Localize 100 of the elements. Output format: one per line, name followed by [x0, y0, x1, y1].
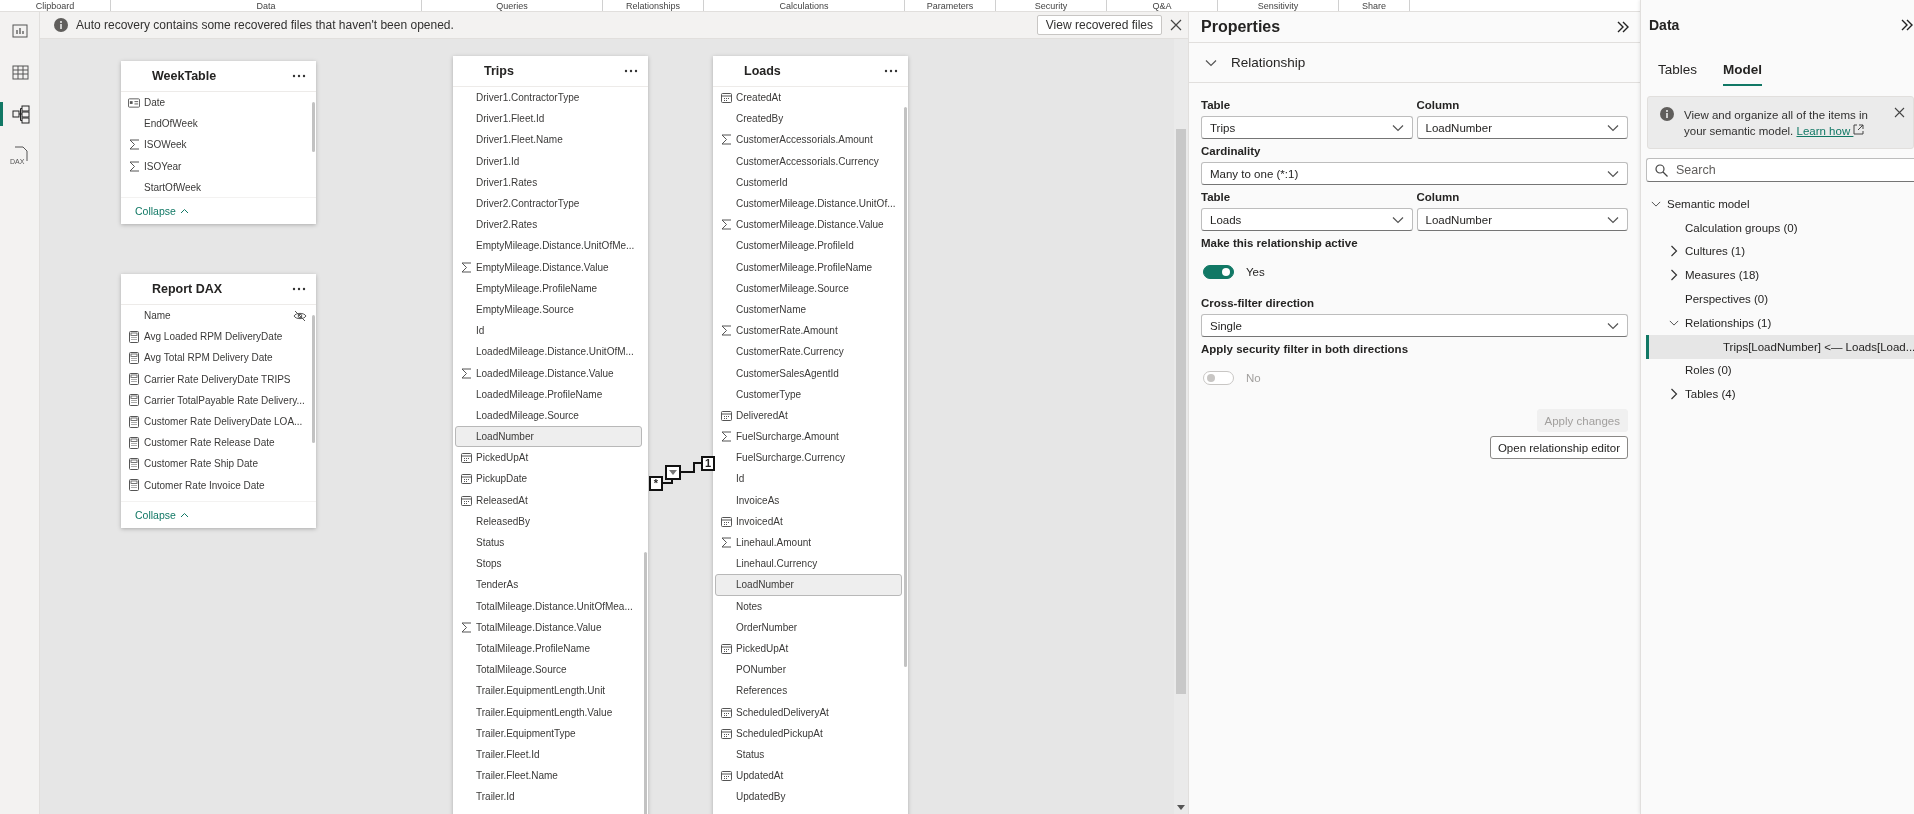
dropdown[interactable]: LoadNumber	[1416, 116, 1628, 139]
scroll-down-icon[interactable]	[1177, 805, 1185, 810]
field-row[interactable]: ReleasedBy	[455, 510, 642, 532]
field-row[interactable]: PickedUpAt	[455, 447, 642, 469]
field-row[interactable]: LoadedMileage.Distance.UnitOfM...	[455, 341, 642, 363]
action-button[interactable]: Open relationship editor	[1489, 436, 1628, 459]
more-options-icon[interactable]	[292, 287, 306, 291]
field-row[interactable]: CustomerRate.Currency	[715, 341, 902, 363]
field-row[interactable]: Trailer.Fleet.Name	[455, 765, 642, 787]
tree-item[interactable]: Relationships (1)	[1646, 311, 1914, 335]
field-row[interactable]: Cutomer Rate Invoice Date	[123, 474, 310, 496]
collapse-button[interactable]: Collapse	[135, 509, 189, 521]
field-row[interactable]: UpdatedAt	[715, 765, 902, 787]
field-row[interactable]: TenderAs	[455, 574, 642, 596]
field-row[interactable]: Trailer.EquipmentType	[455, 722, 642, 744]
field-row[interactable]: References	[715, 680, 902, 702]
field-row[interactable]: LoadNumber	[715, 574, 902, 596]
field-row[interactable]: CustomerMileage.Distance.Value	[715, 214, 902, 236]
field-row[interactable]: Driver2.Rates	[455, 214, 642, 236]
scrollbar-thumb[interactable]	[312, 315, 315, 443]
learn-how-link[interactable]: Learn how	[1796, 125, 1865, 137]
field-row[interactable]: ScheduledPickupAt	[715, 722, 902, 744]
field-row[interactable]: Status	[715, 743, 902, 765]
field-row[interactable]: ScheduledDeliveryAt	[715, 701, 902, 723]
field-row[interactable]: Avg Loaded RPM DeliveryDate	[123, 326, 310, 348]
more-options-icon[interactable]	[292, 74, 306, 78]
field-row[interactable]: CustomerRate.Amount	[715, 320, 902, 342]
field-row[interactable]: CustomerMileage.ProfileName	[715, 256, 902, 278]
field-row[interactable]: Customer Rate Release Date	[123, 432, 310, 454]
collapse-button[interactable]: Collapse	[135, 205, 189, 217]
field-row[interactable]: PickedUpAt	[715, 637, 902, 660]
field-row[interactable]: Trailer.EquipmentLength.Unit	[455, 680, 642, 702]
field-row[interactable]: LoadedMileage.Source	[455, 404, 642, 426]
field-row[interactable]: ISOWeek	[123, 134, 310, 156]
field-row[interactable]: CustomerAccessorials.Amount	[715, 129, 902, 151]
dropdown[interactable]: Loads	[1201, 208, 1413, 231]
field-row[interactable]: LoadedMileage.Distance.Value	[455, 362, 642, 384]
field-row[interactable]: ReleasedAt	[455, 489, 642, 511]
field-row[interactable]: Trailer.Id	[455, 786, 642, 808]
more-options-icon[interactable]	[884, 69, 898, 73]
field-row[interactable]: EmptyMileage.Distance.Value	[455, 256, 642, 278]
tree-item[interactable]: Tables (4)	[1646, 382, 1914, 407]
field-row[interactable]: Carrier TotalPayable Rate Delivery...	[123, 389, 310, 411]
view-recovered-files-button[interactable]: View recovered files	[1036, 15, 1162, 35]
close-icon[interactable]	[1170, 19, 1182, 31]
field-row[interactable]: CustomerMileage.ProfileId	[715, 235, 902, 257]
field-row[interactable]: CreatedAt	[715, 87, 902, 109]
field-row[interactable]: Driver1.Fleet.Name	[455, 129, 642, 151]
tree-item[interactable]: Calculation groups (0)	[1646, 215, 1914, 240]
dropdown[interactable]: Trips	[1201, 116, 1413, 139]
field-row[interactable]: Customer Rate Ship Date	[123, 453, 310, 475]
more-options-icon[interactable]	[624, 69, 638, 73]
tree-item[interactable]: Cultures (1)	[1646, 239, 1914, 264]
field-row[interactable]: PickupDate	[455, 468, 642, 490]
field-row[interactable]: Notes	[715, 595, 902, 617]
tree-item[interactable]: Roles (0)	[1646, 358, 1914, 383]
field-row[interactable]: CustomerSalesAgentId	[715, 362, 902, 384]
tab[interactable]: Model	[1723, 60, 1763, 86]
field-row[interactable]: CustomerName	[715, 298, 902, 321]
field-row[interactable]: CustomerId	[715, 171, 902, 193]
toggle-switch[interactable]	[1203, 265, 1234, 279]
field-row[interactable]: TotalMileage.Source	[455, 659, 642, 681]
field-row[interactable]: UpdatedBy	[715, 786, 902, 808]
field-row[interactable]: LoadedMileage.ProfileName	[455, 383, 642, 405]
field-row[interactable]: DeliveredAt	[715, 404, 902, 426]
field-row[interactable]: Driver1.Rates	[455, 171, 642, 193]
scrollbar-thumb[interactable]	[644, 552, 647, 814]
dropdown[interactable]: LoadNumber	[1416, 208, 1628, 231]
field-row[interactable]: CreatedBy	[715, 108, 902, 130]
field-row[interactable]: Driver2.ContractorType	[455, 192, 642, 215]
field-row[interactable]: CustomerMileage.Distance.UnitOf...	[715, 192, 902, 215]
field-row[interactable]: Linehaul.Currency	[715, 553, 902, 575]
close-icon[interactable]	[1894, 107, 1905, 118]
field-row[interactable]: Driver1.ContractorType	[455, 87, 642, 109]
field-row[interactable]: CustomerMileage.Source	[715, 277, 902, 299]
field-row[interactable]: Driver1.Fleet.Id	[455, 108, 642, 130]
field-row[interactable]: Customer Rate DeliveryDate LOA...	[123, 410, 310, 433]
scrollbar-thumb[interactable]	[312, 102, 315, 152]
field-row[interactable]: Stops	[455, 553, 642, 575]
field-row[interactable]: Id	[715, 468, 902, 490]
field-row[interactable]: FuelSurcharge.Currency	[715, 447, 902, 469]
dropdown[interactable]: Many to one (*:1)	[1201, 162, 1628, 185]
field-row[interactable]: InvoicedAt	[715, 510, 902, 532]
field-row[interactable]: LoadNumber	[455, 426, 642, 448]
field-row[interactable]: Trailer.EquipmentLength.Value	[455, 701, 642, 723]
tree-item[interactable]: Semantic model	[1646, 192, 1914, 216]
field-row[interactable]: Carrier Rate DeliveryDate TRIPS	[123, 368, 310, 390]
tree-item[interactable]: Measures (18)	[1646, 263, 1914, 288]
tab[interactable]: Tables	[1658, 60, 1698, 86]
field-row[interactable]: StartOfWeek	[123, 176, 310, 197]
field-row[interactable]: Linehaul.Amount	[715, 531, 902, 554]
field-row[interactable]: Name	[123, 305, 310, 327]
field-row[interactable]: Date	[123, 92, 310, 114]
canvas-scrollbar[interactable]	[1174, 39, 1188, 814]
field-row[interactable]: Driver1.Id	[455, 150, 642, 172]
dropdown[interactable]: Single	[1201, 314, 1628, 337]
field-row[interactable]: ISOYear	[123, 155, 310, 177]
field-row[interactable]: OrderNumber	[715, 616, 902, 638]
field-row[interactable]: Trailer.Fleet.Id	[455, 743, 642, 765]
collapse-pane-icon[interactable]	[1616, 20, 1630, 34]
